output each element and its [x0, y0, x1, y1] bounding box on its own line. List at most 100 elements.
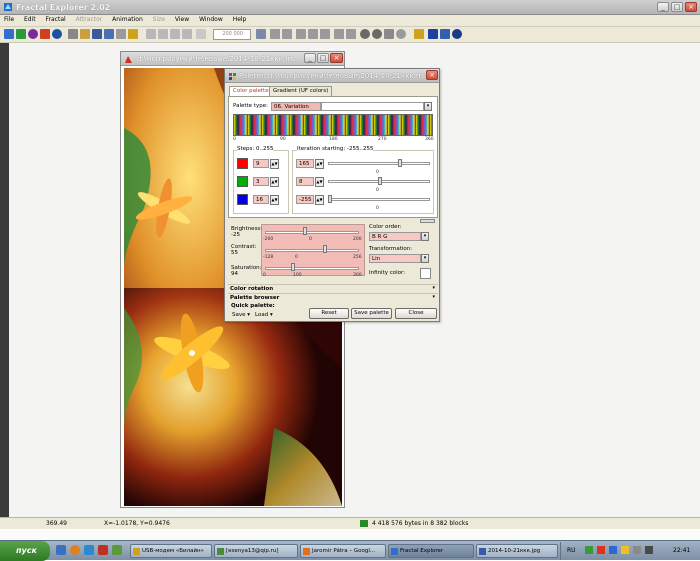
minimize-button[interactable]: _ [657, 2, 669, 12]
red-iter-slider[interactable] [328, 162, 430, 165]
circle-icon[interactable] [52, 29, 62, 39]
fractal-minimize-button[interactable]: _ [304, 53, 316, 63]
color-order-dropdown[interactable]: ▾ [421, 232, 429, 241]
fractal-maximize-button[interactable]: □ [317, 53, 329, 63]
palette-icon[interactable] [428, 29, 438, 39]
tray-icon[interactable] [597, 546, 605, 554]
close-dialog-button[interactable]: Close [395, 308, 437, 319]
tray-icon[interactable] [609, 546, 617, 554]
blue-iter-slider-thumb[interactable] [328, 195, 332, 203]
blue-steps-spinner[interactable]: ▲▼ [270, 195, 279, 205]
tab-color-palette[interactable]: Color palette [229, 86, 273, 96]
blue-iter-spinner[interactable]: ▲▼ [315, 195, 324, 205]
red-steps-input[interactable]: 9 [253, 159, 269, 168]
menu-help[interactable]: Help [229, 15, 251, 23]
quick-save-menu[interactable]: Save ▾ [232, 312, 250, 318]
red-iter-slider-thumb[interactable] [398, 159, 402, 167]
fractal-close-button[interactable]: × [330, 53, 343, 63]
hand-icon[interactable] [346, 29, 356, 39]
view-2d-icon[interactable] [170, 29, 180, 39]
tab-gradient[interactable]: Gradient (UF colors) [269, 86, 333, 96]
new-icon[interactable] [68, 29, 78, 39]
palette-type-select-body[interactable] [321, 102, 424, 111]
menu-window[interactable]: Window [195, 15, 227, 23]
tray-icon[interactable] [633, 546, 641, 554]
infinity-color-swatch[interactable] [420, 268, 431, 279]
folder-icon[interactable] [414, 29, 424, 39]
palette-browser-section[interactable]: Palette browser ▾ [228, 293, 438, 301]
save-palette-button[interactable]: Save palette [351, 308, 392, 319]
reset-button[interactable]: Reset [309, 308, 349, 319]
menu-edit[interactable]: Edit [20, 15, 40, 23]
tree-icon[interactable] [16, 29, 26, 39]
fractal-icon[interactable] [4, 29, 14, 39]
tx-icon[interactable] [196, 29, 206, 39]
brightness-slider[interactable] [265, 231, 359, 234]
menu-fractal[interactable]: Fractal [42, 15, 70, 23]
green-iter-input[interactable]: 8 [296, 177, 314, 186]
blue-steps-input[interactable]: 16 [253, 195, 269, 204]
brush-icon[interactable] [270, 29, 280, 39]
grid-icon[interactable] [440, 29, 450, 39]
blue-iter-input[interactable]: -255 [296, 195, 314, 204]
contrast-slider[interactable] [265, 249, 359, 252]
task-browser[interactable]: Jaromir Pátra – Googl... [300, 544, 386, 558]
blue-swatch[interactable] [237, 194, 248, 205]
step-icon[interactable] [158, 29, 168, 39]
tray-icon[interactable] [621, 546, 629, 554]
pan-icon[interactable] [396, 29, 406, 39]
green-steps-input[interactable]: 3 [253, 177, 269, 186]
task-qip[interactable]: [esenya13@qip.ru] [214, 544, 298, 558]
palette-type-select[interactable]: 06. Variation [271, 102, 321, 111]
quicklaunch-icon[interactable] [112, 545, 122, 555]
tray-icon[interactable] [585, 546, 593, 554]
quicklaunch-icon[interactable] [84, 545, 94, 555]
zoom-out-icon[interactable] [372, 29, 382, 39]
quicklaunch-icon[interactable] [56, 545, 66, 555]
quicklaunch-icon[interactable] [98, 545, 108, 555]
quick-load-menu[interactable]: Load ▾ [255, 312, 273, 318]
menu-attractor[interactable]: Attractor [72, 15, 107, 23]
red-swatch[interactable] [237, 158, 248, 169]
view-3d-icon[interactable] [182, 29, 192, 39]
palette-close-x-button[interactable]: × [426, 70, 438, 80]
task-image-viewer[interactable]: 2014-10-21ккк.jpg [476, 544, 558, 558]
menu-file[interactable]: File [0, 15, 18, 23]
info-icon[interactable] [452, 29, 462, 39]
red-iter-input[interactable]: 165 [296, 159, 314, 168]
zoom-in-icon[interactable] [360, 29, 370, 39]
start-button[interactable]: пуск [0, 541, 50, 561]
play-icon[interactable] [146, 29, 156, 39]
transformation-select[interactable]: Lin [369, 254, 421, 263]
menu-animation[interactable]: Animation [108, 15, 147, 23]
menu-view[interactable]: View [171, 15, 193, 23]
volume-icon[interactable] [645, 546, 653, 554]
fractal-window-titlebar[interactable]: d:\мои рисунки\fe\новые\2014-10-21ккк.fr… [121, 52, 344, 66]
copy-icon[interactable] [296, 29, 306, 39]
zoom-field[interactable]: 200 000 [213, 29, 251, 40]
open-icon[interactable] [80, 29, 90, 39]
quicklaunch-icon[interactable] [70, 545, 80, 555]
green-iter-spinner[interactable]: ▲▼ [315, 177, 324, 187]
saturation-slider-thumb[interactable] [291, 263, 295, 271]
save-icon[interactable] [92, 29, 102, 39]
paste-icon[interactable] [308, 29, 318, 39]
undo-icon[interactable] [320, 29, 330, 39]
color-rotation-section[interactable]: Color rotation ▾ [228, 284, 438, 292]
eyedropper-icon[interactable] [282, 29, 292, 39]
green-swatch[interactable] [237, 176, 248, 187]
green-steps-spinner[interactable]: ▲▼ [270, 177, 279, 187]
maximize-button[interactable]: □ [671, 2, 683, 12]
saturation-slider[interactable] [265, 267, 359, 270]
clock[interactable]: 22:41 [673, 547, 690, 554]
close-button[interactable]: × [685, 2, 697, 12]
transformation-dropdown[interactable]: ▾ [421, 254, 429, 263]
palette-titlebar[interactable]: Palette: d:\мои рисунки\fe\новые\2014-10… [225, 69, 439, 83]
image-icon[interactable] [128, 29, 138, 39]
language-indicator[interactable]: RU [567, 547, 576, 554]
brightness-slider-thumb[interactable] [303, 227, 307, 235]
attractor-icon[interactable] [28, 29, 38, 39]
task-fractal-explorer[interactable]: Fractal Explorer [388, 544, 474, 558]
zoom-dropdown-icon[interactable] [256, 29, 266, 39]
save-as-icon[interactable] [104, 29, 114, 39]
